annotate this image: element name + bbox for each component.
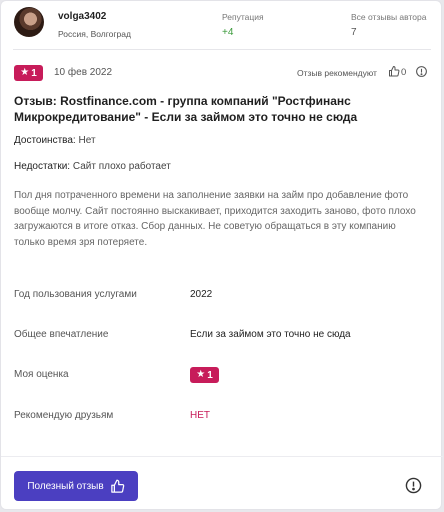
author-username[interactable]: volga3402: [58, 11, 106, 22]
useful-review-label: Полезный отзыв: [27, 480, 104, 492]
year-label: Год пользования услугами: [14, 289, 137, 300]
cons-label: Недостатки:: [14, 161, 71, 172]
author-location: Россия, Волгоград: [58, 29, 131, 39]
reputation-value: +4: [222, 27, 234, 38]
recommended-label: Отзыв рекомендуют: [297, 68, 377, 78]
all-reviews-label[interactable]: Все отзывы автора: [351, 12, 426, 22]
impression-label: Общее впечатление: [14, 329, 109, 340]
score-badge: ★ 1: [190, 367, 219, 383]
header-divider: [13, 49, 431, 50]
pros-value: Нет: [78, 135, 96, 146]
review-card: volga3402 Россия, Волгоград Репутация +4…: [0, 0, 443, 510]
all-reviews-value[interactable]: 7: [351, 27, 357, 38]
more-icon[interactable]: [415, 65, 428, 78]
pros: Достоинства: Нет: [14, 135, 96, 146]
cons: Недостатки: Сайт плохо работает: [14, 161, 171, 172]
footer-divider: [1, 456, 443, 457]
pros-label: Достоинства:: [14, 135, 76, 146]
rating-badge: ★ 1: [14, 65, 43, 81]
score-label: Моя оценка: [14, 369, 69, 380]
exclamation-circle-icon[interactable]: [405, 477, 422, 494]
score-value: 1: [207, 369, 213, 381]
review-header: volga3402 Россия, Волгоград Репутация +4…: [1, 1, 443, 49]
like-count: 0: [401, 67, 407, 78]
recommend-label: Рекомендую друзьям: [14, 410, 114, 421]
avatar[interactable]: [14, 7, 44, 37]
useful-review-button[interactable]: Полезный отзыв: [14, 471, 138, 501]
star-icon: ★: [196, 369, 206, 380]
cons-value: Сайт плохо работает: [72, 161, 171, 172]
thumbs-up-icon: [110, 479, 124, 493]
star-icon: ★: [20, 67, 30, 78]
review-text: Пол дня потраченного времени на заполнен…: [14, 190, 416, 248]
review-title: Отзыв: Rostfinance.com - группа компаний…: [14, 94, 358, 124]
review-date: 10 фев 2022: [54, 67, 113, 78]
recommend-value: НЕТ: [190, 410, 210, 421]
thumbs-up-icon[interactable]: [388, 65, 400, 78]
reputation-label: Репутация: [222, 12, 264, 22]
year-value: 2022: [190, 289, 213, 300]
impression-value: Если за займом это точно не сюда: [190, 329, 351, 340]
rating-value: 1: [31, 67, 37, 79]
